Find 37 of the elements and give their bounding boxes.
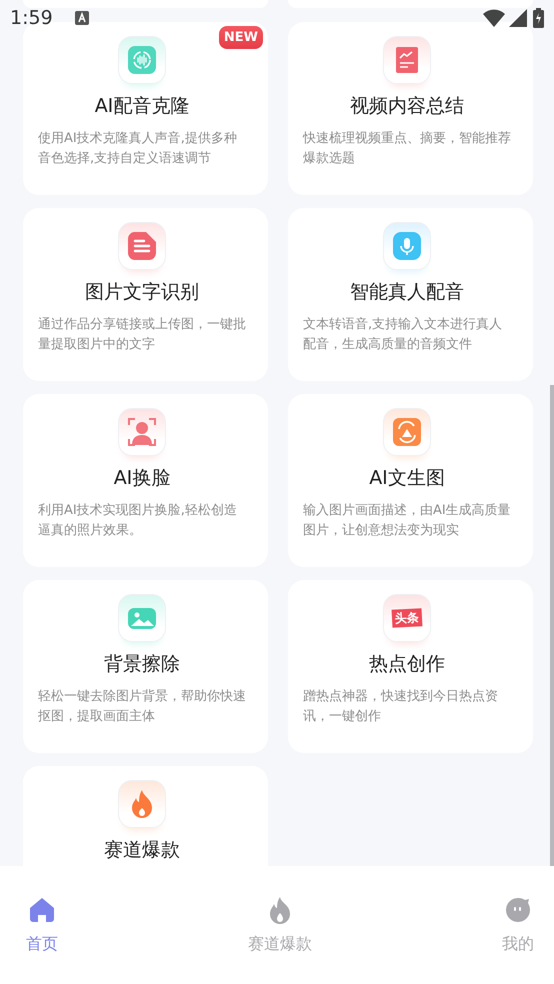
- feature-card[interactable]: AI文生图 输入图片画面描述，由AI生成高质量图片，让创意想法变为现实: [288, 394, 533, 567]
- card-title: AI文生图: [369, 467, 445, 489]
- wifi-icon: [483, 9, 505, 27]
- feature-card[interactable]: 头条 热点创作 蹭热点神器，快速找到今日热点资讯，一键创作: [288, 580, 533, 753]
- card-description: 通过作品分享链接或上传图，一键批量提取图片中的文字: [38, 316, 246, 354]
- battery-icon: [533, 8, 544, 28]
- card-title: 图片文字识别: [85, 281, 199, 303]
- card-title: 赛道爆款: [104, 839, 180, 861]
- microphone-icon: [392, 231, 422, 261]
- card-title: 视频内容总结: [350, 95, 464, 117]
- card-title: 智能真人配音: [350, 281, 464, 303]
- sound-wave-icon: [127, 45, 157, 75]
- card-description: 使用AI技术克隆真人声音,提供多种音色选择,支持自定义语速调节: [38, 130, 238, 168]
- card-description: 快速梳理视频重点、摘要，智能推荐爆款选题: [303, 130, 511, 168]
- face-scan-icon: [127, 417, 157, 447]
- headline-logo: 头条: [392, 608, 422, 628]
- home-icon: [28, 896, 56, 924]
- face-icon: [504, 896, 532, 924]
- feature-card[interactable]: AI换脸 利用AI技术实现图片换脸,轻松创造逼真的照片效果。: [23, 394, 268, 567]
- card-title: 背景擦除: [104, 653, 180, 675]
- card-description: 文本转语音,支持输入文本进行真人配音，生成高质量的音频文件: [303, 316, 504, 354]
- feature-card[interactable]: 智能真人配音 文本转语音,支持输入文本进行真人配音，生成高质量的音频文件: [288, 208, 533, 381]
- card-title: AI换脸: [114, 467, 170, 489]
- feature-card[interactable]: 视频内容总结 快速梳理视频重点、摘要，智能推荐爆款选题: [288, 22, 533, 195]
- card-description: 输入图片画面描述，由AI生成高质量图片，让创意想法变为现实: [303, 502, 511, 540]
- card-title: 热点创作: [369, 653, 445, 675]
- feature-card[interactable]: 背景擦除 轻松一键去除图片背景，帮助你快速抠图，提取画面主体: [23, 580, 268, 753]
- image-scan-icon: [392, 417, 422, 447]
- card-description: 蹭热点神器，快速找到今日热点资讯，一键创作: [303, 688, 499, 726]
- feature-card[interactable]: 赛道爆款: [23, 766, 268, 866]
- new-badge: NEW: [218, 26, 263, 49]
- document-icon: [127, 231, 157, 261]
- card-title: AI配音克隆: [94, 95, 190, 117]
- card-description: 利用AI技术实现图片换脸,轻松创造逼真的照片效果。: [38, 502, 238, 540]
- feature-card[interactable]: 图片文字识别 通过作品分享链接或上传图，一键批量提取图片中的文字: [23, 208, 268, 381]
- card-description: 轻松一键去除图片背景，帮助你快速抠图，提取画面主体: [38, 688, 246, 726]
- notification-icon: [74, 11, 89, 25]
